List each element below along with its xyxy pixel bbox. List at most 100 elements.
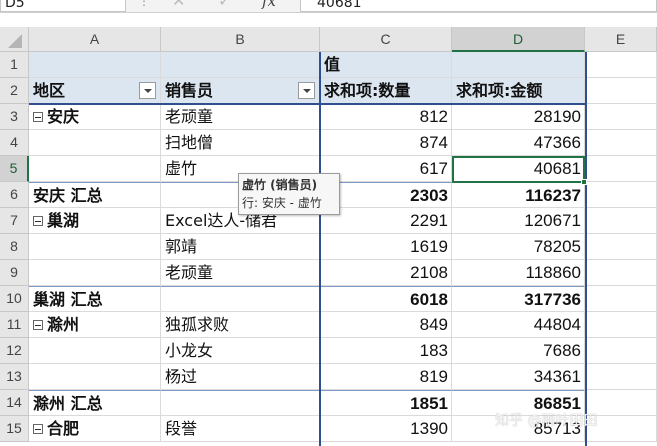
cell-a11[interactable]: 滁州 — [29, 312, 161, 338]
cell-c8[interactable]: 1619 — [320, 234, 452, 260]
row-header-7[interactable]: 7 — [0, 208, 29, 234]
cell-c4[interactable]: 874 — [320, 130, 452, 156]
cell-b2[interactable]: 销售员 — [161, 78, 320, 104]
cell-a15[interactable]: 合肥 — [29, 416, 161, 442]
fill-handle[interactable] — [581, 179, 587, 185]
cell-d7[interactable]: 120671 — [452, 208, 585, 234]
cell-e6[interactable] — [585, 182, 657, 208]
cell-e13[interactable] — [585, 364, 657, 390]
cell-d8[interactable]: 78205 — [452, 234, 585, 260]
row-header-14[interactable]: 14 — [0, 390, 29, 416]
cell-d9[interactable]: 118860 — [452, 260, 585, 286]
collapse-toggle-icon[interactable] — [33, 112, 43, 122]
formula-input[interactable]: 40681 — [300, 0, 657, 12]
insert-function-icon[interactable]: fx — [262, 0, 276, 10]
collapse-toggle-icon[interactable] — [33, 424, 43, 434]
cell-e5[interactable] — [585, 156, 657, 182]
cell-d12[interactable]: 7686 — [452, 338, 585, 364]
more-icon[interactable]: ⋮ — [138, 0, 150, 8]
cell-e8[interactable] — [585, 234, 657, 260]
cell-d1[interactable] — [452, 52, 585, 78]
cancel-icon[interactable]: ✕ — [172, 0, 185, 10]
cell-e2[interactable] — [585, 78, 657, 104]
cell-d2[interactable]: 求和项:金额 — [452, 78, 585, 104]
cell-a10[interactable]: 巢湖 汇总 — [29, 286, 161, 312]
cell-b1[interactable] — [161, 52, 320, 78]
cell-e3[interactable] — [585, 104, 657, 130]
column-header-a[interactable]: A — [29, 27, 161, 52]
cell-e9[interactable] — [585, 260, 657, 286]
cell-d13[interactable]: 34361 — [452, 364, 585, 390]
cell-e4[interactable] — [585, 130, 657, 156]
cell-c12[interactable]: 183 — [320, 338, 452, 364]
cell-d11[interactable]: 44804 — [452, 312, 585, 338]
cell-a5[interactable] — [29, 156, 161, 182]
cell-b15[interactable]: 段誉 — [161, 416, 320, 442]
row-header-13[interactable]: 13 — [0, 364, 29, 390]
cell-d4[interactable]: 47366 — [452, 130, 585, 156]
row-header-8[interactable]: 8 — [0, 234, 29, 260]
cell-b11[interactable]: 独孤求败 — [161, 312, 320, 338]
cell-b8[interactable]: 郭靖 — [161, 234, 320, 260]
cell-a-text: 滁州 — [47, 315, 80, 334]
cell-b12[interactable]: 小龙女 — [161, 338, 320, 364]
cell-a12[interactable] — [29, 338, 161, 364]
cell-c14[interactable]: 1851 — [320, 390, 452, 416]
cell-c13[interactable]: 819 — [320, 364, 452, 390]
cell-b10[interactable] — [161, 286, 320, 312]
cell-e10[interactable] — [585, 286, 657, 312]
cell-d6[interactable]: 116237 — [452, 182, 585, 208]
row-header-6[interactable]: 6 — [0, 182, 29, 208]
cell-e12[interactable] — [585, 338, 657, 364]
cell-b9[interactable]: 老顽童 — [161, 260, 320, 286]
row-header-3[interactable]: 3 — [0, 104, 29, 130]
cell-c2[interactable]: 求和项:数量 — [320, 78, 452, 104]
row-header-12[interactable]: 12 — [0, 338, 29, 364]
cell-e7[interactable] — [585, 208, 657, 234]
cell-b13[interactable]: 杨过 — [161, 364, 320, 390]
cell-c11[interactable]: 849 — [320, 312, 452, 338]
row-header-1[interactable]: 1 — [0, 52, 29, 78]
cell-a2[interactable]: 地区 — [29, 78, 161, 104]
cell-c15[interactable]: 1390 — [320, 416, 452, 442]
cell-b14[interactable] — [161, 390, 320, 416]
collapse-toggle-icon[interactable] — [33, 320, 43, 330]
column-header-d[interactable]: D — [452, 27, 585, 52]
row-header-4[interactable]: 4 — [0, 130, 29, 156]
cell-b-text: 扫地僧 — [165, 133, 214, 152]
cell-d10[interactable]: 317736 — [452, 286, 585, 312]
row-header-15[interactable]: 15 — [0, 416, 29, 442]
cell-a13[interactable] — [29, 364, 161, 390]
cell-a7[interactable]: 巢湖 — [29, 208, 161, 234]
cell-a3[interactable]: 安庆 — [29, 104, 161, 130]
cell-c10[interactable]: 6018 — [320, 286, 452, 312]
cell-a8[interactable] — [29, 234, 161, 260]
column-header-b[interactable]: B — [161, 27, 320, 52]
cell-b3[interactable]: 老顽童 — [161, 104, 320, 130]
salesperson-filter-dropdown-icon[interactable] — [298, 82, 315, 99]
worksheet-grid[interactable]: 值地区 销售员 求和项:数量 求和项:金额 安庆 老顽童 812 28190 扫地僧 874 473… — [29, 52, 657, 446]
cell-a6[interactable]: 安庆 汇总 — [29, 182, 161, 208]
column-header-c[interactable]: C — [320, 27, 452, 52]
cell-e11[interactable] — [585, 312, 657, 338]
column-header-e[interactable]: E — [585, 27, 657, 52]
cell-a14[interactable]: 滁州 汇总 — [29, 390, 161, 416]
cell-b4[interactable]: 扫地僧 — [161, 130, 320, 156]
row-header-2[interactable]: 2 — [0, 78, 29, 104]
cell-c3[interactable]: 812 — [320, 104, 452, 130]
name-box[interactable]: D5 — [0, 0, 126, 12]
row-header-9[interactable]: 9 — [0, 260, 29, 286]
cell-a4[interactable] — [29, 130, 161, 156]
cell-e1[interactable] — [585, 52, 657, 78]
row-header-5[interactable]: 5 — [0, 156, 29, 182]
cell-a1[interactable] — [29, 52, 161, 78]
region-filter-dropdown-icon[interactable] — [139, 82, 156, 99]
cell-a9[interactable] — [29, 260, 161, 286]
row-header-11[interactable]: 11 — [0, 312, 29, 338]
enter-icon[interactable]: ✓ — [218, 0, 231, 10]
cell-c1[interactable]: 值 — [320, 52, 452, 78]
cell-c9[interactable]: 2108 — [320, 260, 452, 286]
collapse-toggle-icon[interactable] — [33, 216, 43, 226]
cell-d3[interactable]: 28190 — [452, 104, 585, 130]
row-header-10[interactable]: 10 — [0, 286, 29, 312]
